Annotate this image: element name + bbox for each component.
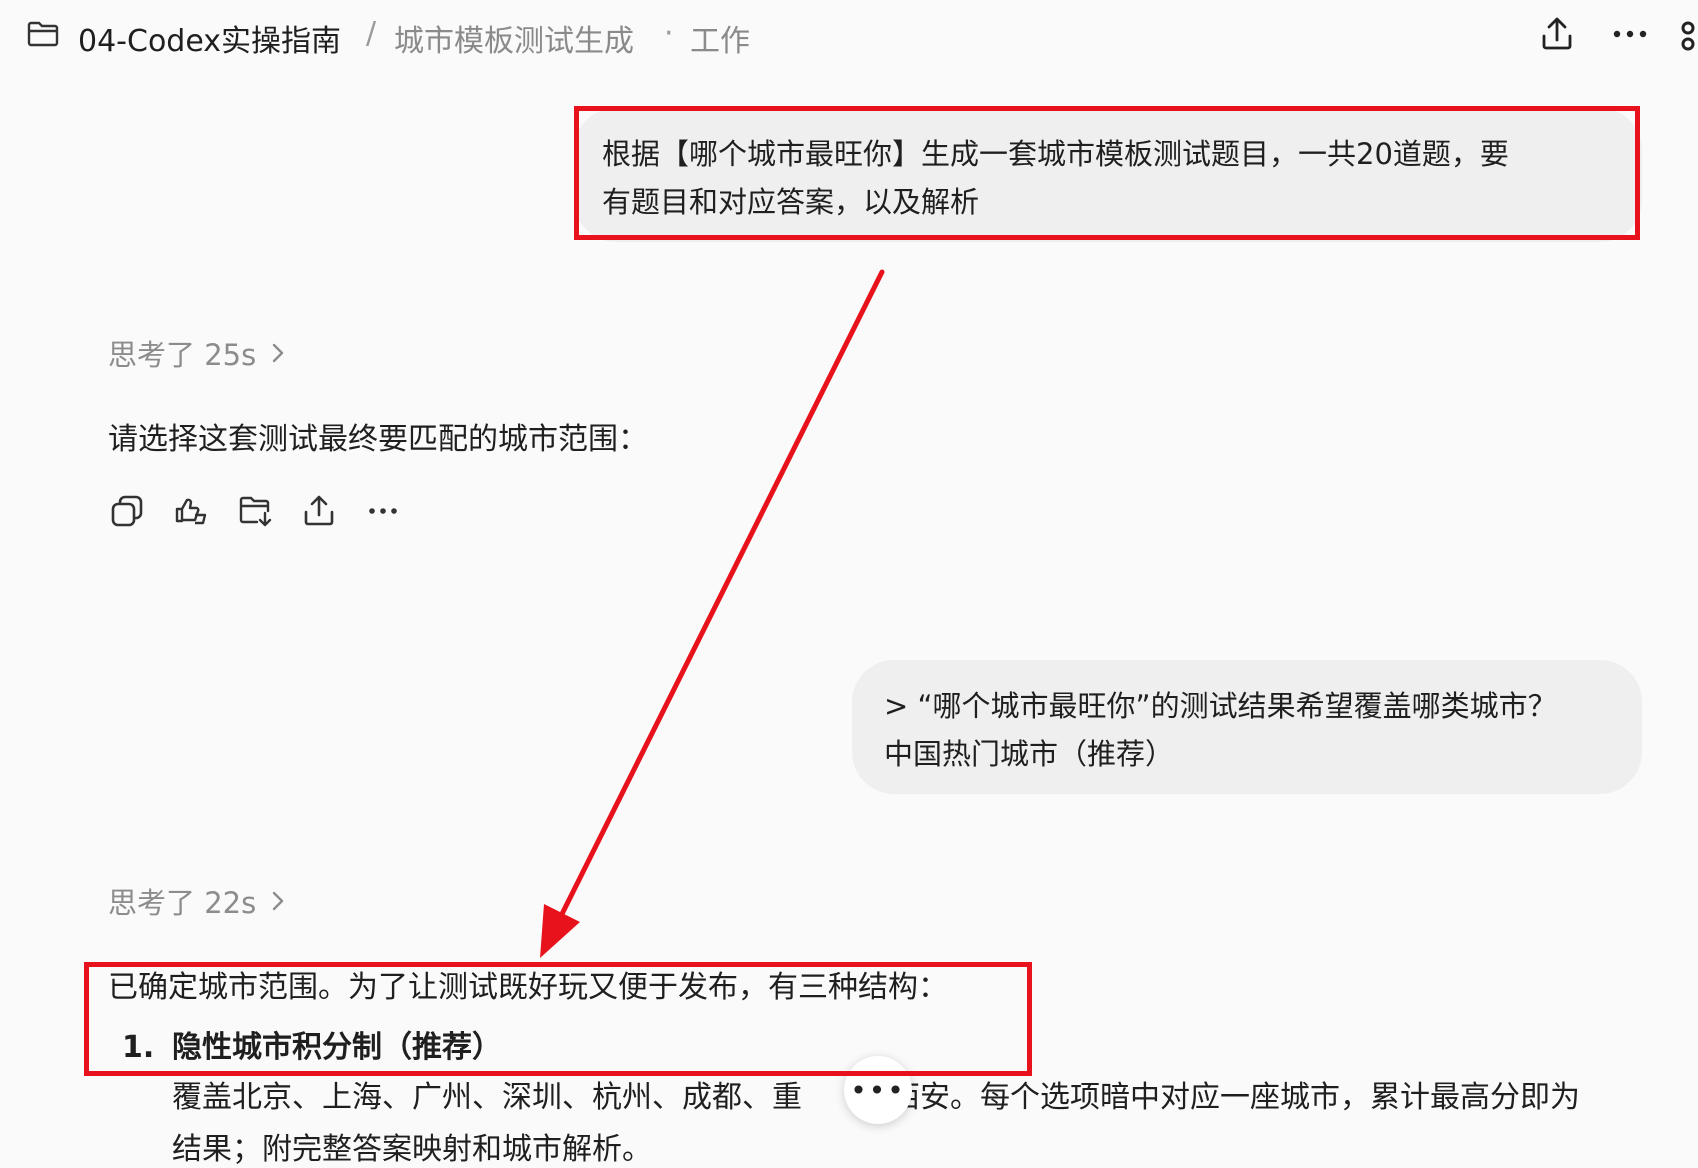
save-to-folder-button[interactable] [236,492,274,530]
top-bar: 04-Codex实操指南 / 城市模板测试生成 · 工作 [0,0,1698,72]
annotation-box [574,106,1640,240]
description-line: 结果；附完整答案映射和城市解析。 [172,1132,652,1167]
breadcrumb-chat-title[interactable]: 城市模板测试生成 [394,16,634,60]
breadcrumb-project[interactable]: 04-Codex实操指南 [78,16,341,60]
thinking-label: 思考了 22s [108,886,257,920]
folder-icon [27,21,59,47]
copy-icon [111,495,143,527]
message-actions [108,492,402,530]
copy-button[interactable] [108,492,146,530]
thinking-toggle[interactable]: 思考了 25s [108,332,286,374]
panel-icon[interactable] [1678,18,1698,54]
annotation-box [84,962,1032,1076]
more-icon [369,508,397,514]
share-button[interactable] [300,492,338,530]
assistant-message: 请选择这套测试最终要匹配的城市范围： [108,422,648,457]
message-line: 中国热门城市（推荐） [884,737,1175,771]
thumbs-icon [175,498,207,525]
user-message: > “哪个城市最旺你”的测试结果希望覆盖哪类城市？ 中国热门城市（推荐） [852,660,1642,794]
share-icon [304,495,334,526]
feedback-button[interactable] [172,492,210,530]
share-icon[interactable] [1540,16,1574,52]
more-button[interactable] [364,492,402,530]
description-text: 西安。每个选项暗中对应一座城市，累计最高分即为 [890,1080,1580,1115]
thinking-label: 思考了 25s [108,338,257,372]
message-line: > “哪个城市最旺你”的测试结果希望覆盖哪类城市？ [884,689,1557,723]
breadcrumb-dot: · [664,16,674,51]
chevron-right-icon [273,343,284,363]
breadcrumb-separator: / [366,16,377,51]
list-item-description: 覆盖北京、上海、广州、深圳、杭州、成都、重 西安。每个选项暗中对应一座城市，累计最… [172,1072,1652,1168]
chevron-right-icon [273,891,284,911]
more-icon[interactable] [1610,16,1650,52]
description-text: 覆盖北京、上海、广州、深圳、杭州、成都、重 [172,1080,802,1115]
folder-add-icon [239,496,272,527]
thinking-toggle[interactable]: 思考了 22s [108,880,286,922]
breadcrumb-mode[interactable]: 工作 [690,16,750,60]
description-line: 覆盖北京、上海、广州、深圳、杭州、成都、重 西安。每个选项暗中对应一座城市，累计最… [172,1072,1652,1124]
